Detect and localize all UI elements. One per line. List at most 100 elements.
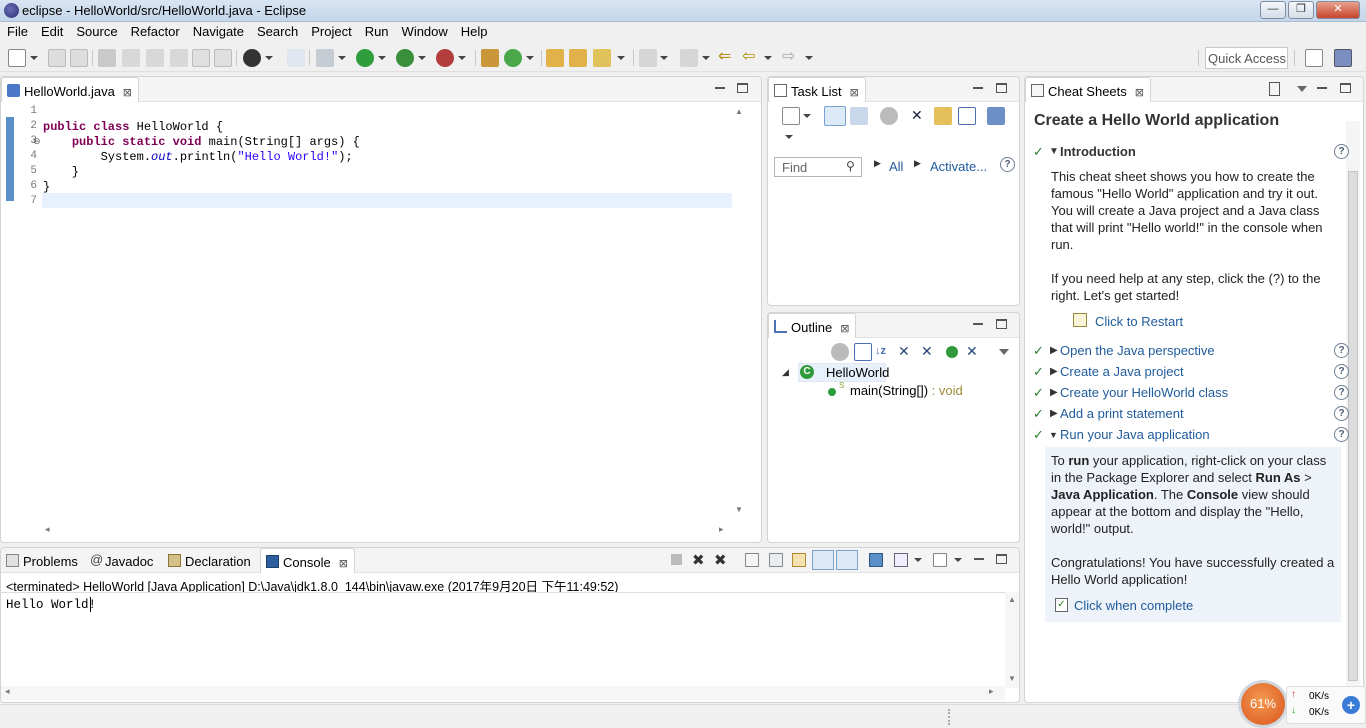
back-icon[interactable]: ⇦ [742,49,760,67]
click-to-restart-link[interactable]: Click to Restart [1095,314,1183,329]
help-icon[interactable]: ? [1334,144,1349,159]
net-monitor-gauge[interactable]: 61% [1238,680,1288,728]
debug-icon[interactable] [316,49,334,67]
console-output[interactable]: Hello World! [1,592,1005,688]
forward-dropdown-icon[interactable] [805,56,813,60]
scroll-lock-icon[interactable] [769,553,783,567]
view-menu-icon[interactable] [785,135,793,139]
close-tab-icon[interactable]: ⊠ [850,86,859,99]
maximize-outline-icon[interactable] [996,319,1007,329]
step-create-java-project[interactable]: ✓ ▶ Create a Java project? [1033,364,1349,382]
new-icon[interactable] [8,49,26,67]
new-task-icon[interactable] [782,107,800,125]
open-console-dropdown-icon[interactable] [954,558,962,562]
outline-class-node[interactable]: C HelloWorld [798,363,889,382]
step-run-java-application[interactable]: ✓ ▼ Run your Java application? [1033,427,1349,445]
menu-search[interactable]: Search [250,22,304,39]
show-whitespace-icon[interactable] [192,49,210,67]
hide-nonpublic-icon[interactable] [946,346,958,358]
show-console-stderr-icon[interactable] [836,550,858,570]
close-tab-icon[interactable]: ⊠ [339,557,348,570]
minimize-editor-icon[interactable] [715,87,725,89]
new-java-class-icon[interactable] [504,49,522,67]
tab-declaration[interactable]: Declaration [163,548,257,573]
fold-toggle-icon[interactable]: ⊖ [33,136,41,147]
editor-horizontal-scrollbar[interactable]: ◂ ▸ [41,523,731,537]
minimize-task-list-icon[interactable] [973,87,983,89]
outline-method-node[interactable]: main(String[]) : void [850,383,963,398]
focus-outline-icon[interactable] [831,343,849,361]
menu-navigate[interactable]: Navigate [186,22,250,39]
prev-edit-dropdown-icon[interactable] [702,56,710,60]
task-repository-icon[interactable] [987,107,1005,125]
step-create-helloworld-class[interactable]: ✓ ▶ Create your HelloWorld class? [1033,385,1349,403]
minimize-window-button[interactable]: — [1260,1,1286,19]
plus-icon[interactable]: + [1342,696,1360,714]
forward-icon[interactable]: ⇨ [782,49,800,67]
step-add-print-statement[interactable]: ✓ ▶ Add a print statement? [1033,406,1349,424]
new-dropdown-icon[interactable] [30,56,38,60]
menu-refactor[interactable]: Refactor [124,22,186,39]
external-tools-icon[interactable] [436,49,454,67]
maximize-window-button[interactable]: ❐ [1288,1,1314,19]
next-annotation-icon[interactable] [146,49,164,67]
click-when-complete-link[interactable]: Click when complete [1074,598,1193,613]
all-link[interactable]: All [889,159,903,174]
back-dropdown-icon[interactable] [764,56,772,60]
menu-help[interactable]: Help [454,22,494,39]
tab-problems[interactable]: Problems [1,548,84,573]
tab-cheat-sheets[interactable]: Cheat Sheets ⊠ [1025,77,1151,102]
help-icon[interactable]: ? [1000,157,1015,172]
toggle-mark-icon[interactable] [122,49,140,67]
run-dropdown-icon[interactable] [378,56,386,60]
prev-edit-icon[interactable] [680,49,698,67]
open-perspective-icon[interactable] [1305,49,1323,67]
new-java-project-icon[interactable] [481,49,499,67]
save-icon[interactable] [48,49,66,67]
cheat-sheet-view-menu-icon[interactable] [1297,86,1307,92]
maximize-task-list-icon[interactable] [996,83,1007,93]
scheduled-icon[interactable] [850,107,868,125]
maximize-cheat-sheets-icon[interactable] [1340,83,1351,93]
tab-console[interactable]: Console ⊠ [260,548,355,573]
minimize-cheat-sheets-icon[interactable] [1317,87,1327,89]
hide-fields-icon[interactable]: ✕ [898,343,916,361]
last-edit-location-icon[interactable]: ⇐ [718,49,736,67]
new-task-dropdown-icon[interactable] [803,114,811,118]
menu-source[interactable]: Source [69,22,123,39]
console-vertical-scrollbar[interactable]: ▲ ▼ [1005,592,1019,688]
outline-view-menu-icon[interactable] [999,349,1009,355]
display-console-dropdown-icon[interactable] [914,558,922,562]
hide-completed-icon[interactable]: ✕ [911,107,929,125]
run-icon[interactable] [356,49,374,67]
search-tool-icon[interactable] [593,49,611,67]
sort-icon[interactable]: ↓z [875,343,893,361]
prev-annotation-icon[interactable] [170,49,188,67]
hide-static-icon[interactable]: ✕ [921,343,939,361]
show-console-stdout-icon[interactable] [812,550,834,570]
introduction-header[interactable]: ✓ ▼ Introduction ? [1033,144,1349,162]
new-class-dropdown-icon[interactable] [526,56,534,60]
close-tab-icon[interactable]: ⊠ [123,86,132,99]
collapse-all-outline-icon[interactable] [854,343,872,361]
quick-access-input[interactable]: Quick Access [1205,47,1288,69]
external-tools-dropdown-icon[interactable] [458,56,466,60]
clear-console-icon[interactable] [745,553,759,567]
open-task-icon[interactable] [569,49,587,67]
console-horizontal-scrollbar[interactable]: ◂ ▸ [1,686,1005,700]
profile-icon[interactable] [243,49,261,67]
terminate-icon[interactable] [671,554,682,565]
close-tab-icon[interactable]: ⊠ [840,322,849,335]
search-dropdown-icon[interactable] [617,56,625,60]
focus-icon[interactable] [880,107,898,125]
next-edit-icon[interactable] [639,49,657,67]
coverage-dropdown-icon[interactable] [418,56,426,60]
maximize-console-icon[interactable] [996,554,1007,564]
collapse-arrow-icon[interactable]: ◢ [782,367,789,378]
hide-local-types-icon[interactable]: ✕ [966,343,984,361]
tab-javadoc[interactable]: @ Javadoc [85,548,159,573]
collapse-all-icon[interactable] [958,107,976,125]
activate-link[interactable]: Activate... [930,159,987,174]
categorized-icon[interactable] [824,106,846,126]
remove-all-launches-icon[interactable]: ✖ [714,551,727,569]
